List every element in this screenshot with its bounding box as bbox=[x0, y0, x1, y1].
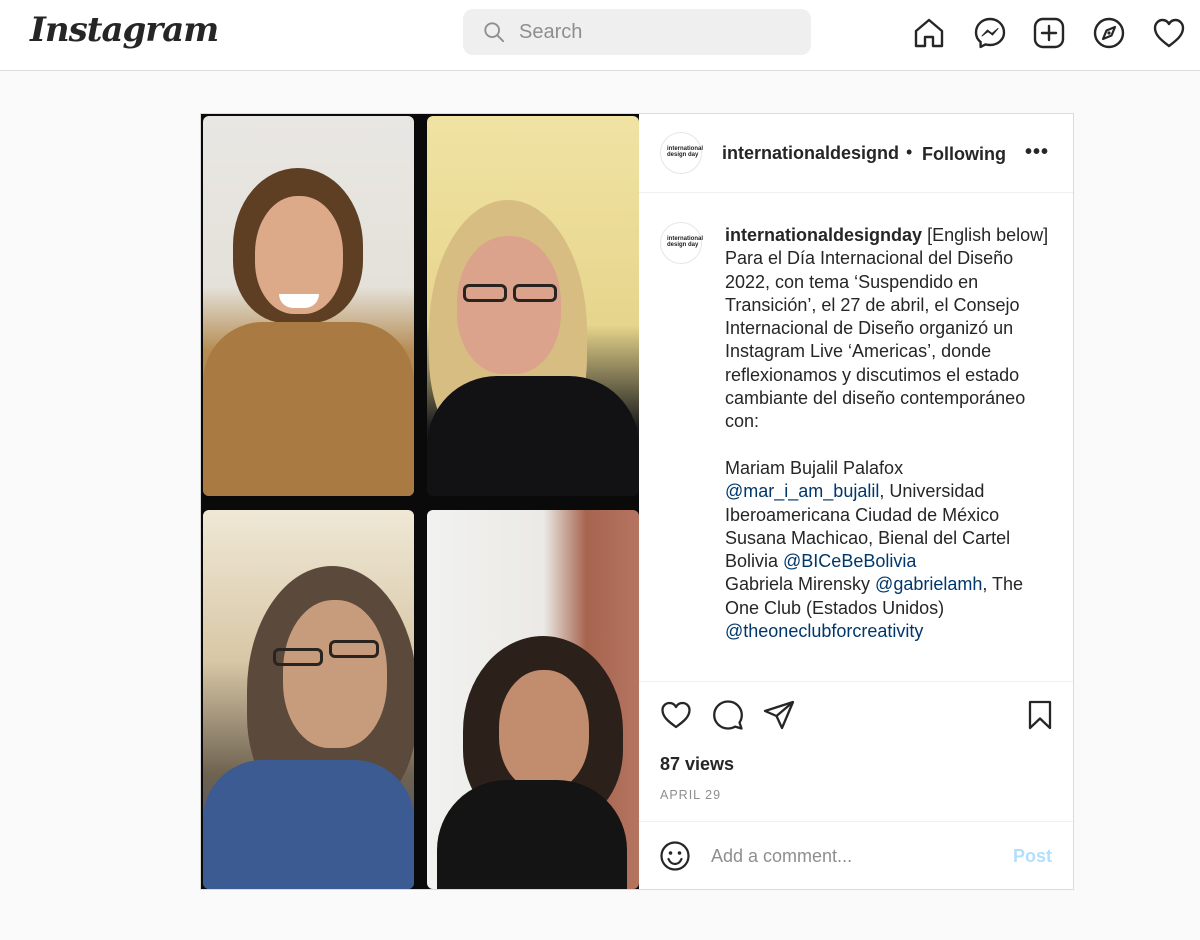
like-heart-icon[interactable] bbox=[660, 699, 692, 731]
home-icon[interactable] bbox=[912, 16, 946, 50]
video-tile-1 bbox=[203, 116, 414, 496]
video-tile-4 bbox=[427, 510, 639, 889]
post-side-panel: international design day internationalde… bbox=[639, 114, 1073, 889]
emoji-icon[interactable] bbox=[659, 840, 691, 872]
explore-icon[interactable] bbox=[1092, 16, 1126, 50]
caption-username[interactable]: internationaldesignday bbox=[725, 225, 922, 245]
comment-input[interactable] bbox=[711, 836, 1001, 876]
save-bookmark-icon[interactable] bbox=[1024, 699, 1056, 731]
search-icon bbox=[484, 22, 505, 43]
caption-text: internationaldesignday [English below] P… bbox=[725, 224, 1055, 643]
comment-icon[interactable] bbox=[712, 699, 744, 731]
following-button[interactable]: Following bbox=[922, 144, 1006, 165]
mention-link[interactable]: @mar_i_am_bujalil bbox=[725, 481, 879, 501]
video-tile-2 bbox=[427, 116, 639, 496]
caption-paragraph: Para el Día Internacional del Diseño 202… bbox=[725, 248, 1026, 432]
view-count[interactable]: 87 views bbox=[660, 754, 734, 775]
post-actions: 87 views APRIL 29 bbox=[639, 681, 1073, 819]
search-box[interactable] bbox=[463, 9, 811, 55]
post-comment-button[interactable]: Post bbox=[1013, 846, 1052, 867]
share-icon[interactable] bbox=[763, 699, 795, 731]
top-navigation-bar: Instagram bbox=[0, 0, 1200, 71]
search-input[interactable] bbox=[519, 9, 799, 55]
post-header: international design day internationalde… bbox=[639, 114, 1073, 193]
mention-link[interactable]: @BICeBeBolivia bbox=[783, 551, 916, 571]
comment-box: Post bbox=[639, 821, 1073, 889]
caption-line: [English below] bbox=[927, 225, 1049, 245]
post-video[interactable] bbox=[201, 114, 639, 889]
author-avatar[interactable]: international design day bbox=[660, 132, 703, 174]
instagram-logo[interactable]: Instagram bbox=[30, 10, 219, 50]
new-post-icon[interactable] bbox=[1032, 16, 1066, 50]
caption-author-avatar[interactable]: international design day bbox=[660, 222, 703, 264]
post-caption: international design day internationalde… bbox=[639, 194, 1073, 681]
messenger-icon[interactable] bbox=[973, 16, 1007, 50]
header-separator: • bbox=[906, 142, 913, 162]
activity-heart-icon[interactable] bbox=[1152, 16, 1186, 50]
caption-line: Gabriela Mirensky bbox=[725, 574, 876, 595]
mention-link[interactable]: @gabrielamh bbox=[875, 574, 982, 594]
more-options-icon[interactable]: ••• bbox=[1025, 141, 1049, 164]
caption-line: Mariam Bujalil Palafox bbox=[725, 457, 904, 478]
post-card: international design day internationalde… bbox=[200, 113, 1074, 890]
author-username[interactable]: internationaldesignd bbox=[722, 143, 899, 164]
video-tile-3 bbox=[203, 510, 414, 889]
mention-link[interactable]: @theoneclubforcreativity bbox=[725, 621, 923, 641]
post-date[interactable]: APRIL 29 bbox=[660, 788, 721, 802]
